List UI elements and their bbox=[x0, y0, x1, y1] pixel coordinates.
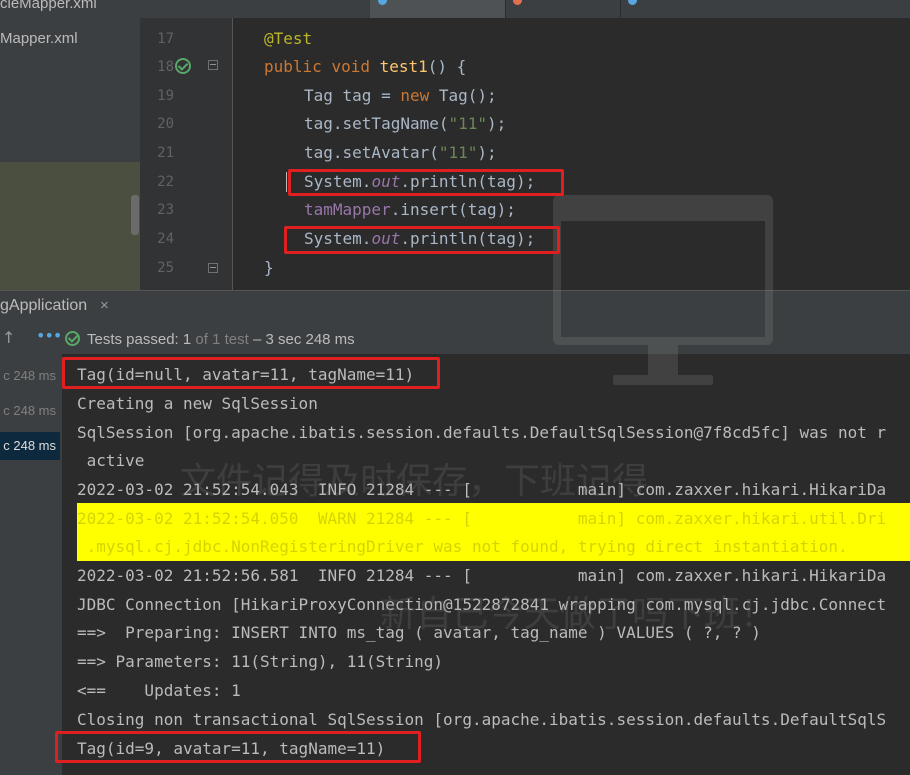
fold-marker-icon[interactable] bbox=[208, 60, 218, 70]
console-line: Closing non transactional SqlSession [or… bbox=[77, 710, 887, 729]
line-number: 17 bbox=[157, 31, 174, 47]
run-tool-window-header bbox=[0, 290, 910, 323]
code-line[interactable]: tag.setAvatar("11"); bbox=[304, 143, 497, 163]
project-file-item[interactable]: Mapper.xml bbox=[0, 30, 78, 47]
console-line: active bbox=[77, 451, 145, 470]
test-tree: c 248 ms c 248 ms c 248 ms bbox=[0, 354, 62, 775]
console-line: <== Updates: 1 bbox=[77, 681, 241, 700]
java-class-icon bbox=[628, 0, 637, 5]
xml-file-icon bbox=[513, 0, 522, 5]
test-passed-icon[interactable] bbox=[175, 58, 191, 74]
code-line[interactable]: Tag tag = new Tag(); bbox=[304, 86, 497, 106]
editor-tab-bar bbox=[140, 0, 910, 18]
console-line: SqlSession [org.apache.ibatis.session.de… bbox=[77, 423, 887, 442]
project-selection-highlight bbox=[0, 162, 140, 290]
code-token: "11" bbox=[448, 114, 488, 133]
tests-passed-count: 1 bbox=[182, 331, 192, 348]
test-tree-item[interactable]: c 248 ms bbox=[0, 397, 60, 425]
watermark-text: 文件记得及时保存，下班记得 bbox=[180, 461, 649, 502]
code-line[interactable]: public void test1() { bbox=[264, 57, 466, 77]
code-line[interactable]: @Test bbox=[264, 29, 312, 49]
watermark-text: 新自己今天做了吗下班！ bbox=[380, 594, 777, 635]
highlight-box bbox=[62, 357, 440, 389]
code-token: new bbox=[400, 86, 439, 105]
console-line: .mysql.cj.jdbc.NonRegisteringDriver was … bbox=[77, 537, 848, 556]
line-number: 22 bbox=[157, 174, 174, 190]
tests-passed-icon bbox=[65, 331, 80, 346]
code-line[interactable]: } bbox=[264, 258, 274, 278]
project-file-item[interactable]: cleMapper.xml bbox=[0, 0, 97, 12]
close-tab-icon[interactable]: × bbox=[100, 297, 109, 314]
code-token: @Test bbox=[264, 29, 313, 48]
test-tree-item[interactable]: c 248 ms bbox=[0, 362, 60, 390]
project-tree-pane: cleMapper.xml Mapper.xml bbox=[0, 0, 140, 290]
code-token: Tag tag = bbox=[304, 86, 401, 105]
line-number: 18 bbox=[157, 59, 174, 75]
editor-tab[interactable] bbox=[620, 0, 910, 18]
highlight-box bbox=[284, 226, 560, 254]
fold-marker-icon[interactable] bbox=[208, 263, 218, 273]
run-tab-title[interactable]: gApplication bbox=[0, 297, 87, 315]
code-token: .insert(tag); bbox=[390, 200, 516, 219]
tests-passed-label: Tests passed: bbox=[87, 331, 179, 348]
code-line[interactable]: tag.setTagName("11"); bbox=[304, 114, 506, 134]
line-number: 21 bbox=[157, 145, 174, 161]
line-number: 24 bbox=[157, 231, 174, 247]
line-number: 23 bbox=[157, 202, 174, 218]
more-options-icon[interactable]: ••• bbox=[36, 326, 62, 345]
code-token: public bbox=[264, 57, 332, 76]
tests-duration: – 3 sec 248 ms bbox=[252, 331, 355, 348]
console-line: Creating a new SqlSession bbox=[77, 394, 318, 413]
highlight-box bbox=[288, 169, 564, 196]
project-scrollbar[interactable] bbox=[131, 195, 139, 235]
editor-tab[interactable] bbox=[140, 0, 371, 18]
tests-total: of 1 test bbox=[195, 331, 249, 348]
editor-tab-active[interactable] bbox=[370, 0, 506, 18]
line-number: 20 bbox=[157, 116, 174, 132]
code-token: ); bbox=[487, 114, 507, 133]
code-token: () { bbox=[427, 57, 467, 76]
arrow-up-icon[interactable]: ↑ bbox=[2, 328, 15, 347]
console-line: ==> Parameters: 11(String), 11(String) bbox=[77, 652, 444, 671]
highlight-box bbox=[55, 731, 421, 763]
code-token: void bbox=[331, 57, 380, 76]
text-caret bbox=[286, 172, 287, 192]
code-token: tag.setTagName( bbox=[304, 114, 449, 133]
line-number: 25 bbox=[157, 260, 174, 276]
code-token: test1 bbox=[379, 57, 428, 76]
code-token: ); bbox=[477, 143, 497, 162]
tests-passed-status: Tests passed: 1 of 1 test – 3 sec 248 ms bbox=[87, 331, 355, 348]
code-token: "11" bbox=[438, 143, 478, 162]
code-token: tag.setAvatar( bbox=[304, 143, 439, 162]
code-token: Tag(); bbox=[438, 86, 497, 105]
code-token: tamMapper bbox=[304, 200, 391, 219]
console-line: 2022-03-02 21:52:56.581 INFO 21284 --- [… bbox=[77, 566, 887, 585]
java-class-icon bbox=[378, 0, 387, 5]
test-tree-item-selected[interactable]: c 248 ms bbox=[0, 432, 60, 460]
editor-tab[interactable] bbox=[505, 0, 621, 18]
console-line: 2022-03-02 21:52:54.050 WARN 21284 --- [… bbox=[77, 509, 887, 528]
line-number: 19 bbox=[157, 88, 174, 104]
code-token: } bbox=[264, 258, 274, 277]
monitor-watermark-icon bbox=[553, 195, 773, 395]
code-line[interactable]: tamMapper.insert(tag); bbox=[304, 200, 516, 220]
